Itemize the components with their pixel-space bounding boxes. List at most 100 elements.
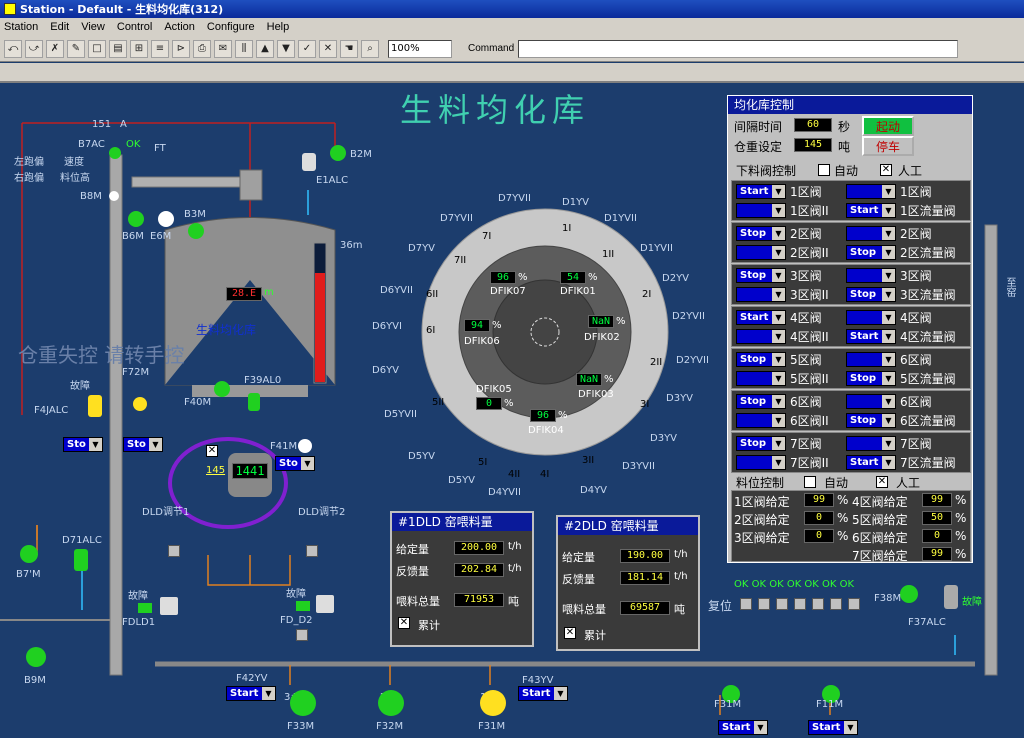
- motor-b6m-icon[interactable]: [128, 211, 144, 227]
- menu-view[interactable]: View: [81, 21, 105, 33]
- fdld2-square-button[interactable]: [296, 629, 308, 641]
- level-auto-checkbox[interactable]: [804, 476, 816, 488]
- erase-icon[interactable]: ✎: [67, 39, 85, 58]
- f43yv-start-select[interactable]: Start ▼: [518, 686, 568, 701]
- reset-button-1[interactable]: [740, 598, 752, 610]
- command-input[interactable]: [518, 39, 959, 58]
- given-6-value[interactable]: 0: [922, 529, 952, 543]
- f42yv-start-select[interactable]: Start ▼: [226, 686, 276, 701]
- f72m-mode-select[interactable]: Sto ▼: [123, 437, 163, 452]
- zone-4-flow-select[interactable]: Start ▼: [846, 329, 896, 344]
- menu-help[interactable]: Help: [267, 21, 290, 33]
- motor-f40m-icon[interactable]: [214, 381, 230, 397]
- zoom-select[interactable]: 100%: [388, 39, 452, 58]
- dust-collector-d71-icon[interactable]: [74, 549, 88, 571]
- interval-value[interactable]: 60: [794, 118, 832, 132]
- dust-collector-f39-icon[interactable]: [248, 393, 260, 411]
- f41m-mode-select[interactable]: Sto ▼: [275, 456, 315, 471]
- down-arrow-icon[interactable]: ▼: [277, 39, 295, 58]
- start-button[interactable]: 起动: [862, 116, 914, 136]
- f31m-start-select[interactable]: Start ▼: [718, 720, 768, 735]
- zone-7-flow-select[interactable]: Start ▼: [846, 455, 896, 470]
- motor-f72m-icon[interactable]: [133, 397, 147, 411]
- bars-icon[interactable]: ⫼: [235, 39, 253, 58]
- zone-5-right-select[interactable]: ▼: [846, 352, 896, 367]
- mail-icon[interactable]: ✉: [214, 39, 232, 58]
- blower-f32m-icon[interactable]: [378, 690, 404, 716]
- reset-button-3[interactable]: [776, 598, 788, 610]
- zone-4-left-select[interactable]: Start ▼: [736, 310, 786, 325]
- given-3-value[interactable]: 0: [804, 529, 834, 543]
- print-icon[interactable]: ⎙: [193, 39, 211, 58]
- zone-3-valve2-select[interactable]: ▼: [736, 287, 786, 302]
- given-1-value[interactable]: 99: [804, 493, 834, 507]
- menu-configure[interactable]: Configure: [207, 21, 255, 33]
- zone-4-right-select[interactable]: ▼: [846, 310, 896, 325]
- motor-b2m-icon[interactable]: [330, 145, 346, 161]
- reset-button-2[interactable]: [758, 598, 770, 610]
- trend-icon[interactable]: ⊞: [130, 39, 148, 58]
- menu-edit[interactable]: Edit: [50, 21, 69, 33]
- motor-f38m-icon[interactable]: [900, 585, 918, 603]
- reset-button-4[interactable]: [794, 598, 806, 610]
- zone-2-left-select[interactable]: Stop ▼: [736, 226, 786, 241]
- zone-3-left-select[interactable]: Stop ▼: [736, 268, 786, 283]
- discharge-auto-checkbox[interactable]: [818, 164, 830, 176]
- check-icon[interactable]: ✓: [298, 39, 316, 58]
- zone-6-flow-select[interactable]: Stop ▼: [846, 413, 896, 428]
- zone-2-flow-select[interactable]: Stop ▼: [846, 245, 896, 260]
- given-7-value[interactable]: 99: [922, 547, 952, 561]
- zone-1-left-select[interactable]: Start ▼: [736, 184, 786, 199]
- reset-button-6[interactable]: [830, 598, 842, 610]
- given-4-value[interactable]: 99: [922, 493, 952, 507]
- chart-icon[interactable]: ▤: [109, 39, 127, 58]
- zone-4-valve2-select[interactable]: ▼: [736, 329, 786, 344]
- dust-collector-f4j-icon[interactable]: [88, 395, 102, 417]
- zone-7-right-select[interactable]: ▼: [846, 436, 896, 451]
- zone-7-left-select[interactable]: Stop ▼: [736, 436, 786, 451]
- motor-e6m-icon[interactable]: [158, 211, 174, 227]
- reset-button-7[interactable]: [848, 598, 860, 610]
- f4j-mode-select[interactable]: Sto ▼: [63, 437, 103, 452]
- stop-button[interactable]: 停车: [862, 136, 914, 156]
- motor-b71m-icon[interactable]: [20, 545, 38, 563]
- motor-b9m-icon[interactable]: [26, 647, 46, 667]
- redo-icon[interactable]: ⤻: [25, 39, 43, 58]
- dld1-square-button[interactable]: [168, 545, 180, 557]
- step-icon[interactable]: ⊳: [172, 39, 190, 58]
- zone-6-valve2-select[interactable]: ▼: [736, 413, 786, 428]
- silo-set-value[interactable]: 145: [794, 138, 832, 152]
- new-icon[interactable]: □: [88, 39, 106, 58]
- motor-b3m-icon[interactable]: [188, 223, 204, 239]
- table-icon[interactable]: ≡: [151, 39, 169, 58]
- zone-7-valve2-select[interactable]: ▼: [736, 455, 786, 470]
- f11m-start-select[interactable]: Start ▼: [808, 720, 858, 735]
- fdld1-gauge-icon[interactable]: [160, 597, 178, 615]
- zone-5-flow-select[interactable]: Stop ▼: [846, 371, 896, 386]
- motor-b7ac-icon[interactable]: [109, 147, 121, 159]
- up-arrow-icon[interactable]: ▲: [256, 39, 274, 58]
- zone-1-flow-select[interactable]: Start ▼: [846, 203, 896, 218]
- motor-f41m-icon[interactable]: [298, 439, 312, 453]
- discharge-manual-checkbox[interactable]: ✕: [880, 164, 892, 176]
- zone-1-valve2-select[interactable]: ▼: [736, 203, 786, 218]
- menu-station[interactable]: Station: [4, 21, 38, 33]
- given-5-value[interactable]: 50: [922, 511, 952, 525]
- mark-icon[interactable]: ✗: [46, 39, 64, 58]
- menu-action[interactable]: Action: [164, 21, 195, 33]
- zoom-icon[interactable]: ⌕: [361, 39, 379, 58]
- level-manual-checkbox[interactable]: ✕: [876, 476, 888, 488]
- dld2-acc-checkbox[interactable]: ✕: [564, 627, 576, 639]
- undo-icon[interactable]: ⤺: [4, 39, 22, 58]
- menu-control[interactable]: Control: [117, 21, 152, 33]
- blower-f33m-icon[interactable]: [290, 690, 316, 716]
- dld2-square-button[interactable]: [306, 545, 318, 557]
- given-2-value[interactable]: 0: [804, 511, 834, 525]
- zone-6-right-select[interactable]: ▼: [846, 394, 896, 409]
- zone-6-left-select[interactable]: Stop ▼: [736, 394, 786, 409]
- reset-button-5[interactable]: [812, 598, 824, 610]
- dust-collector-f37-icon[interactable]: [944, 585, 958, 609]
- zone-1-right-select[interactable]: ▼: [846, 184, 896, 199]
- fdld2-gauge-icon[interactable]: [316, 595, 334, 613]
- dust-collector-e1alc-icon[interactable]: [302, 153, 316, 171]
